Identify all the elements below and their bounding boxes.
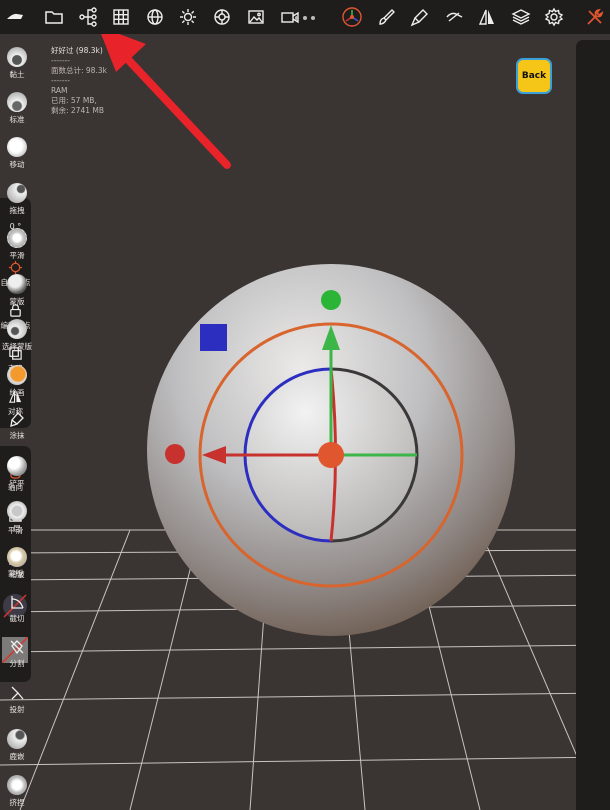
brush-inlay[interactable]: 鹿嵌 (0, 729, 34, 762)
split-icon (10, 640, 24, 655)
brush-crease[interactable]: 褶皱 (0, 547, 34, 580)
brush-pinch[interactable]: 挤捏 (0, 775, 34, 808)
gizmo-center-handle[interactable] (318, 442, 344, 468)
gizmo-icon[interactable] (339, 4, 365, 30)
brush-label: 拖拽 (9, 206, 25, 215)
brush-standard[interactable]: 标准 (0, 92, 34, 125)
viewport-canvas[interactable] (0, 0, 610, 810)
grid-icon[interactable] (108, 4, 134, 30)
right-brush-panel (576, 40, 610, 810)
brush-smudge[interactable]: 涂抹 (0, 410, 34, 441)
brush-label: 涂抹 (9, 431, 25, 440)
brush-clay[interactable]: 黏土 (0, 47, 34, 80)
pinch-brush-icon (7, 775, 27, 795)
brush-icon[interactable] (373, 4, 399, 30)
inlay-brush-icon (7, 729, 27, 749)
trim-icon (11, 596, 24, 609)
gizmo-blue-handle[interactable] (200, 324, 227, 351)
layer-brush-icon (7, 501, 27, 521)
smooth-brush-icon (7, 228, 27, 248)
back-button[interactable]: Back (516, 58, 552, 94)
material-icon[interactable] (209, 4, 235, 30)
crease-brush-icon (7, 547, 27, 567)
brush-label: 褶皱 (9, 570, 25, 579)
globe-icon[interactable] (142, 4, 168, 30)
brush-trim[interactable]: 截切 (0, 593, 34, 624)
paint-brush-icon (7, 365, 27, 385)
move-brush-icon (7, 137, 27, 157)
brush-project[interactable]: 投射 (0, 684, 34, 715)
stats-title: 好好过 (98.3k) (51, 46, 103, 55)
brush-label: 标准 (9, 115, 25, 124)
wrench-icon[interactable] (582, 4, 608, 30)
smudge-icon (10, 412, 24, 427)
brush-layer[interactable]: 层 (0, 501, 34, 534)
select-mask-icon (7, 319, 27, 339)
symmetry-icon[interactable] (474, 4, 500, 30)
brush-label: 挤捏 (9, 798, 25, 807)
toolbar-grip-icon[interactable] (293, 6, 317, 20)
scene-tree-icon[interactable] (75, 4, 101, 30)
brush-select-mask[interactable]: 选择蒙版 (0, 319, 34, 352)
project-icon (11, 686, 24, 700)
stroke-icon[interactable] (441, 4, 467, 30)
layers-icon[interactable] (508, 4, 534, 30)
brush-drag[interactable]: 拖拽 (0, 183, 34, 216)
stats-ram-label: RAM (51, 86, 68, 95)
tools-icon[interactable] (407, 4, 433, 30)
sun-icon[interactable] (175, 4, 201, 30)
brush-label: 绘画 (9, 388, 25, 397)
folder-icon[interactable] (41, 4, 67, 30)
brush-label: 移动 (9, 160, 25, 169)
brush-mask[interactable]: 蒙版 (0, 274, 34, 307)
flatten-brush-icon (7, 456, 27, 476)
brush-paint[interactable]: 绘画 (0, 365, 34, 398)
brush-flatten[interactable]: 铲平 (0, 456, 34, 489)
brush-label: 鹿嵌 (9, 752, 25, 761)
brush-smooth[interactable]: 平滑 (0, 228, 34, 261)
brush-split[interactable]: 分割 (0, 638, 34, 669)
brush-label: 平滑 (9, 251, 25, 260)
brush-label: 截切 (9, 614, 25, 623)
brush-label: 黏土 (9, 70, 25, 79)
stats-divider: ------- (51, 56, 70, 65)
standard-brush-icon (7, 92, 27, 112)
stats-divider: ------- (51, 76, 70, 85)
crosshair-icon (8, 260, 23, 275)
sculpt-logo-icon[interactable] (2, 4, 28, 30)
brush-label: 蒙版 (9, 297, 25, 306)
top-toolbar (0, 0, 610, 34)
annotation-arrow (98, 26, 231, 169)
brush-move[interactable]: 移动 (0, 137, 34, 170)
gizmo-green-handle[interactable] (321, 290, 341, 310)
gizmo-red-handle[interactable] (165, 444, 185, 464)
brush-label: 分割 (9, 659, 25, 668)
settings-icon[interactable] (541, 4, 567, 30)
brush-label: 层 (13, 524, 21, 533)
stats-ram-remaining: 剩余: 2741 MB (51, 106, 104, 115)
clay-brush-icon (7, 47, 27, 67)
brush-label: 铲平 (9, 479, 25, 488)
brush-label: 投射 (9, 705, 25, 714)
drag-brush-icon (7, 183, 27, 203)
stats-ram-used: 已用: 57 MB, (51, 96, 97, 105)
image-icon[interactable] (243, 4, 269, 30)
brush-label: 选择蒙版 (2, 342, 32, 351)
scene-stats: 好好过 (98.3k) ------- 面数总计: 98.3k ------- … (51, 46, 107, 116)
mask-brush-icon (7, 274, 27, 294)
stats-faces-total: 面数总计: 98.3k (51, 66, 107, 75)
